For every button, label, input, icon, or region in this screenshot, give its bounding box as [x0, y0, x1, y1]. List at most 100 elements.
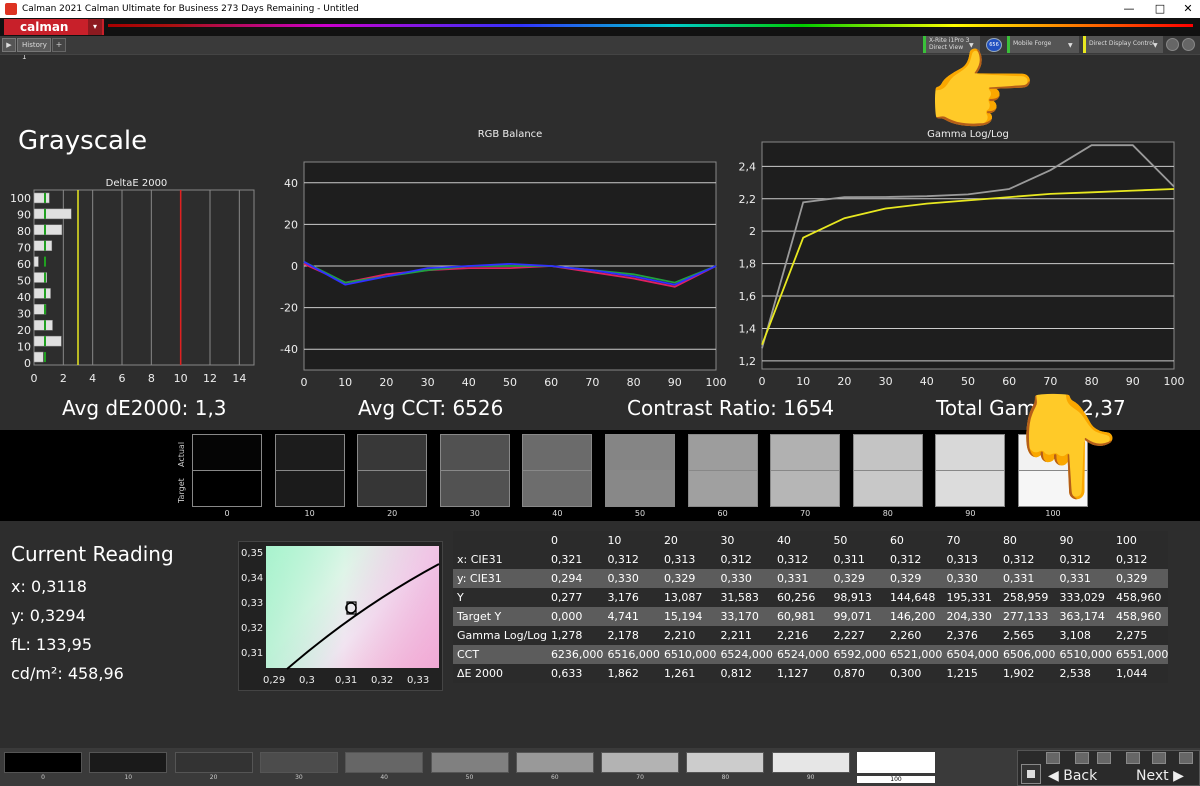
table-cell: 1,902: [998, 664, 1056, 683]
deltae-y-tick: 50: [17, 275, 31, 288]
source-dropdown-icon[interactable]: ▼: [1068, 42, 1073, 49]
table-row: x: CIE31 0,321 0,312 0,313 0,312 0,312 0,311 0,…: [453, 550, 1169, 569]
display-selector[interactable]: Direct Display Control: [1083, 36, 1163, 53]
table-cell: 6551,000: [1111, 645, 1169, 664]
y-tick: 0: [291, 260, 298, 273]
stop-button[interactable]: [1021, 764, 1041, 784]
table-cell: 98,913: [829, 588, 886, 607]
x-tick: 0: [301, 376, 308, 389]
pattern-swatch-button[interactable]: [857, 752, 935, 773]
display-dropdown-icon[interactable]: ▼: [1153, 42, 1158, 49]
pattern-swatch-button[interactable]: [686, 752, 765, 773]
table-cell: 13,087: [659, 588, 717, 607]
deltae-bar-marker: [44, 288, 46, 299]
pattern-swatch-button[interactable]: [89, 752, 168, 773]
cie-x-tick: 0,32: [371, 675, 394, 686]
y-tick: 1,4: [739, 322, 757, 335]
deltae-y-tick: 10: [17, 341, 31, 354]
close-button[interactable]: ✕: [1176, 0, 1200, 18]
actual-swatch: [274, 434, 345, 471]
y-tick: 20: [284, 218, 298, 231]
menu-dropdown-icon[interactable]: ▾: [88, 19, 102, 35]
column-header: 60: [885, 531, 943, 550]
page-title: Grayscale: [18, 126, 148, 156]
pattern-swatch-label: 70: [636, 774, 644, 781]
table-cell: Y: [453, 588, 547, 607]
deltae-bar-marker: [44, 256, 46, 267]
x-tick: 30: [421, 376, 435, 389]
play-icon[interactable]: ▶: [2, 38, 16, 52]
table-cell: 0,277: [546, 588, 604, 607]
pattern-swatch-button[interactable]: [259, 752, 338, 773]
deltae-x-tick: 14: [232, 372, 246, 385]
deltae-bar-marker: [44, 240, 46, 251]
data-table-panel: 0 10 20 30 40 50 60 70 80 90 100 x: CIE31 0,321 0,312…: [453, 531, 1169, 683]
deltae-y-tick: 90: [17, 209, 31, 222]
current-reading-title: Current Reading: [11, 542, 174, 566]
cie-y-tick: 0,34: [241, 573, 264, 584]
table-row: ΔE 2000 0,633 1,862 1,261 0,812 1,127 0,870 0,3…: [453, 664, 1169, 683]
table-cell: 60,981: [772, 607, 830, 626]
target-swatch: [935, 470, 1006, 507]
plot-area: [761, 141, 1175, 370]
reading-fl: fL: 133,95: [11, 635, 93, 654]
actual-swatch: [439, 434, 510, 471]
add-tab-icon[interactable]: +: [52, 38, 66, 52]
pattern-swatch-button[interactable]: [345, 752, 424, 773]
maximize-button[interactable]: □: [1148, 0, 1172, 18]
stack-icon[interactable]: [1179, 752, 1193, 764]
swatch-label: 50: [634, 509, 646, 518]
table-cell: 146,200: [885, 607, 943, 626]
table-cell: 333,029: [1055, 588, 1112, 607]
back-button[interactable]: ◀ Back: [1048, 768, 1097, 784]
settings-icon[interactable]: [1166, 38, 1179, 51]
column-header: 90: [1055, 531, 1112, 550]
swatch-label: 0: [224, 509, 230, 518]
pattern-swatch-button[interactable]: [174, 752, 253, 773]
deltae-x-tick: 0: [31, 372, 38, 385]
table-cell: 6504,000: [942, 645, 999, 664]
pattern-swatch-button[interactable]: [601, 752, 680, 773]
trash-icon[interactable]: [1075, 752, 1089, 764]
eye-icon[interactable]: [1126, 752, 1140, 764]
x-tick: 70: [585, 376, 599, 389]
table-cell: 0,312: [1111, 550, 1169, 569]
rgb-balance-chart: 40 20 0 -20 -40 0 10 20 30 40 50 60 70 80 90 100: [280, 161, 727, 389]
table-cell: 0,329: [885, 569, 943, 588]
swatch-label: 60: [717, 509, 728, 518]
x-tick: 60: [544, 376, 558, 389]
pattern-swatch-button[interactable]: [430, 752, 509, 773]
y-tick: 2,4: [739, 160, 757, 173]
tab-history-1[interactable]: History 1: [17, 38, 51, 61]
x-tick: 10: [796, 375, 810, 388]
avg-de-stat: Avg dE2000: 1,3: [62, 396, 227, 420]
table-cell: 0,312: [998, 550, 1056, 569]
actual-swatch: [522, 434, 593, 471]
record-icon[interactable]: [1046, 752, 1060, 764]
refresh-icon[interactable]: [1152, 752, 1166, 764]
cie-y-tick: 0,35: [241, 548, 264, 559]
deltae-bar-marker: [44, 272, 46, 283]
disconnect-icon[interactable]: [1182, 38, 1195, 51]
reading-cdm2: cd/m²: 458,96: [11, 664, 124, 683]
x-tick: 80: [627, 376, 641, 389]
deltae-bar-marker: [44, 336, 46, 347]
table-cell: 6524,000: [772, 645, 830, 664]
table-cell: 6236,000: [546, 645, 604, 664]
target-swatch: [522, 470, 593, 507]
table-cell: 195,331: [942, 588, 999, 607]
pattern-swatch-label: 80: [721, 774, 730, 781]
x-tick: 20: [837, 375, 851, 388]
next-button[interactable]: Next ▶: [1136, 768, 1184, 784]
screen-icon[interactable]: [1097, 752, 1111, 764]
deltae-bar-marker: [44, 352, 46, 363]
pattern-swatch-label: 30: [295, 774, 303, 781]
pattern-swatch-button[interactable]: [771, 752, 850, 773]
table-header-row: 0 10 20 30 40 50 60 70 80 90 100: [453, 531, 1169, 550]
minimize-button[interactable]: —: [1117, 0, 1141, 18]
column-header: 10: [603, 531, 660, 550]
x-tick: 40: [462, 376, 476, 389]
pattern-swatch-button[interactable]: [515, 752, 594, 773]
pattern-swatch-button[interactable]: [4, 752, 82, 773]
deltae-y-tick: 100: [10, 192, 31, 205]
